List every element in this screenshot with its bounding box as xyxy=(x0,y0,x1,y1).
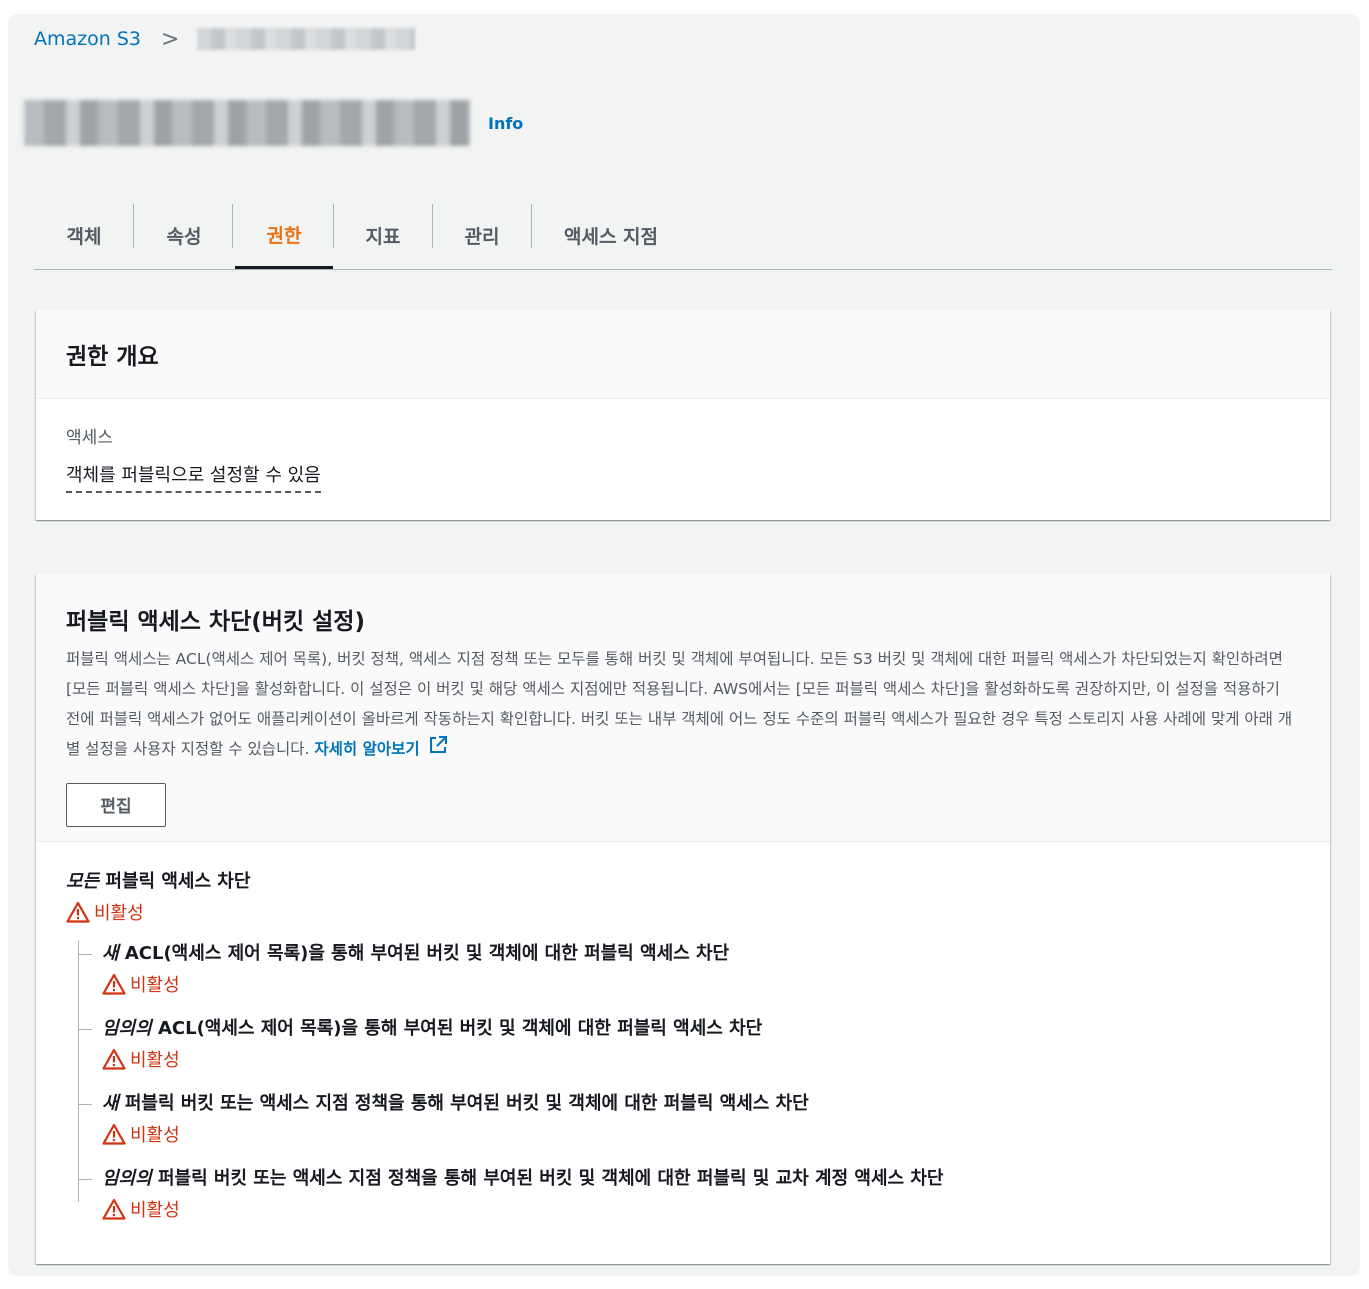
status-text: 비활성 xyxy=(130,975,180,996)
warning-icon xyxy=(102,1198,126,1220)
setting-emphasis: 새 xyxy=(102,1093,119,1114)
permissions-overview-header: 권한 개요 xyxy=(36,310,1330,399)
external-link-icon[interactable] xyxy=(428,735,448,765)
block-public-access-header: 퍼블릭 액세스 차단(버킷 설정) 퍼블릭 액세스는 ACL(액세스 제어 목록… xyxy=(36,574,1330,842)
setting-emphasis: 새 xyxy=(102,943,119,964)
sub-setting-new-policy: 새 퍼블릭 버킷 또는 액세스 지점 정책을 통해 부여된 버킷 및 객체에 대… xyxy=(78,1090,1300,1153)
setting-title: 새 ACL(액세스 제어 목록)을 통해 부여된 버킷 및 객체에 대한 퍼블릭… xyxy=(102,940,1300,968)
sub-setting-any-acl: 임의의 ACL(액세스 제어 목록)을 통해 부여된 버킷 및 객체에 대한 퍼… xyxy=(78,1015,1300,1078)
tab-permissions[interactable]: 권한 xyxy=(235,202,333,269)
chevron-right-icon: > xyxy=(160,26,180,52)
warning-icon xyxy=(102,1048,126,1070)
learn-more-link[interactable]: 자세히 알아보기 xyxy=(314,740,419,758)
breadcrumb-bucket-name-redacted[interactable] xyxy=(197,28,416,50)
setting-title: 임의의 ACL(액세스 제어 목록)을 통해 부여된 버킷 및 객체에 대한 퍼… xyxy=(102,1015,1300,1043)
tree-elbow xyxy=(78,954,92,955)
permissions-overview-panel: 권한 개요 액세스 객체를 퍼블릭으로 설정할 수 있음 xyxy=(36,310,1330,520)
tree-elbow xyxy=(78,1104,92,1105)
edit-button[interactable]: 편집 xyxy=(66,782,166,827)
status-text: 비활성 xyxy=(130,1125,180,1146)
setting-label: ACL(액세스 제어 목록)을 통해 부여된 버킷 및 객체에 대한 퍼블릭 액… xyxy=(124,943,730,964)
status-badge: 비활성 xyxy=(66,896,1300,928)
setting-title: 새 퍼블릭 버킷 또는 액세스 지점 정책을 통해 부여된 버킷 및 객체에 대… xyxy=(102,1090,1300,1118)
tab-management[interactable]: 관리 xyxy=(432,202,532,269)
setting-emphasis: 임의의 xyxy=(102,1168,152,1189)
tab-objects[interactable]: 객체 xyxy=(34,202,134,269)
block-public-access-description: 퍼블릭 액세스는 ACL(액세스 제어 목록), 버킷 정책, 액세스 지점 정… xyxy=(66,644,1298,765)
status-text: 비활성 xyxy=(94,903,144,924)
warning-icon xyxy=(102,973,126,995)
setting-label: 퍼블릭 액세스 차단 xyxy=(105,871,251,892)
access-value-popover[interactable]: 객체를 퍼블릭으로 설정할 수 있음 xyxy=(66,461,321,493)
sub-setting-new-acl: 새 ACL(액세스 제어 목록)을 통해 부여된 버킷 및 객체에 대한 퍼블릭… xyxy=(78,940,1300,1003)
tab-divider xyxy=(232,204,233,248)
status-text: 비활성 xyxy=(130,1050,180,1071)
sub-setting-any-policy: 임의의 퍼블릭 버킷 또는 액세스 지점 정책을 통해 부여된 버킷 및 객체에… xyxy=(78,1165,1300,1228)
setting-label: ACL(액세스 제어 목록)을 통해 부여된 버킷 및 객체에 대한 퍼블릭 액… xyxy=(157,1018,763,1039)
status-badge: 비활성 xyxy=(102,1043,1300,1075)
access-field: 액세스 객체를 퍼블릭으로 설정할 수 있음 xyxy=(36,399,1330,517)
setting-label: 퍼블릭 버킷 또는 액세스 지점 정책을 통해 부여된 버킷 및 객체에 대한 … xyxy=(124,1093,809,1114)
block-public-access-settings: 모든 퍼블릭 액세스 차단 비활성 새 ACL(액세스 제어 목록)을 통해 부… xyxy=(36,842,1330,1228)
s3-bucket-page: Amazon S3 > Info 객체 속성 권한 지표 관리 액세스 지점 권… xyxy=(8,14,1360,1276)
setting-emphasis: 모든 xyxy=(66,871,100,892)
breadcrumb: Amazon S3 > xyxy=(34,26,416,52)
tree-elbow xyxy=(78,1029,92,1030)
tab-access-points[interactable]: 액세스 지점 xyxy=(531,202,691,269)
info-link[interactable]: Info xyxy=(488,114,523,133)
status-text: 비활성 xyxy=(130,1200,180,1221)
setting-emphasis: 임의의 xyxy=(102,1018,152,1039)
block-public-access-title: 퍼블릭 액세스 차단(버킷 설정) xyxy=(66,609,365,635)
page-title-redacted xyxy=(24,100,470,146)
sub-settings-tree: 새 ACL(액세스 제어 목록)을 통해 부여된 버킷 및 객체에 대한 퍼블릭… xyxy=(78,940,1300,1228)
tree-connector xyxy=(78,940,79,1202)
status-badge: 비활성 xyxy=(102,1193,1300,1225)
warning-icon xyxy=(102,1123,126,1145)
tab-metrics[interactable]: 지표 xyxy=(333,202,433,269)
access-label: 액세스 xyxy=(66,428,113,448)
bucket-tabs: 객체 속성 권한 지표 관리 액세스 지점 xyxy=(34,202,1332,270)
page-title-row: Info xyxy=(24,100,523,146)
warning-icon xyxy=(66,901,90,923)
breadcrumb-amazon-s3-link[interactable]: Amazon S3 xyxy=(34,28,141,50)
setting-label: 퍼블릭 버킷 또는 액세스 지점 정책을 통해 부여된 버킷 및 객체에 대한 … xyxy=(157,1168,944,1189)
setting-title: 임의의 퍼블릭 버킷 또는 액세스 지점 정책을 통해 부여된 버킷 및 객체에… xyxy=(102,1165,1300,1193)
description-text: 퍼블릭 액세스는 ACL(액세스 제어 목록), 버킷 정책, 액세스 지점 정… xyxy=(66,650,1293,758)
permissions-overview-title: 권한 개요 xyxy=(66,344,159,370)
status-badge: 비활성 xyxy=(102,968,1300,1000)
tab-properties[interactable]: 속성 xyxy=(134,202,234,269)
block-public-access-panel: 퍼블릭 액세스 차단(버킷 설정) 퍼블릭 액세스는 ACL(액세스 제어 목록… xyxy=(36,574,1330,1264)
setting-block-all-title: 모든 퍼블릭 액세스 차단 xyxy=(66,868,1300,896)
status-badge: 비활성 xyxy=(102,1118,1300,1150)
tree-elbow xyxy=(78,1179,92,1180)
